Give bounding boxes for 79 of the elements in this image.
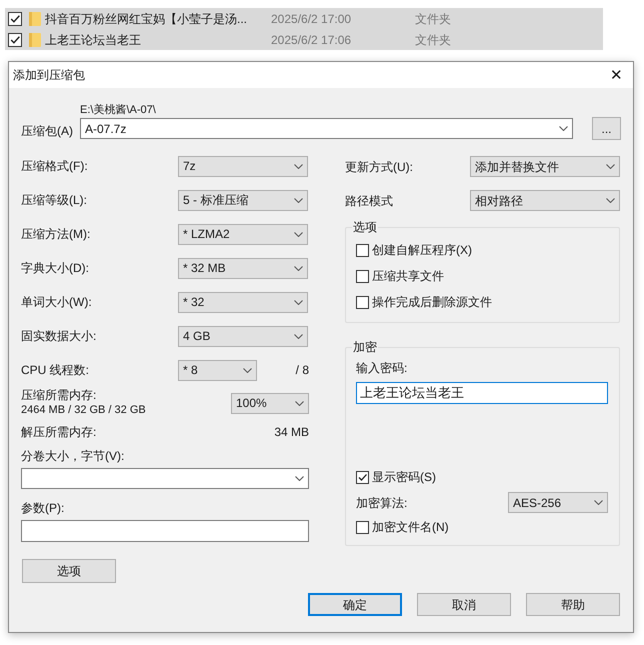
file-row[interactable]: 抖音百万粉丝网红宝妈【小莹子是汤... 2025/6/2 17:00 文件夹 xyxy=(5,8,603,29)
thread-total: / 8 xyxy=(296,362,309,379)
chevron-down-icon xyxy=(295,476,304,481)
close-button[interactable]: ✕ xyxy=(610,68,623,82)
file-type: 文件夹 xyxy=(415,32,451,48)
file-date: 2025/6/2 17:00 xyxy=(271,10,352,28)
dropdown[interactable]: * 32 MB xyxy=(178,258,308,278)
field-label: 解压所需内存: xyxy=(21,424,96,441)
checkbox[interactable] xyxy=(356,270,369,282)
dialog-button[interactable]: 取消 xyxy=(417,593,511,616)
chevron-down-icon xyxy=(606,164,615,169)
chevron-down-icon xyxy=(294,232,303,236)
folder-icon xyxy=(29,10,41,26)
field-label: 压缩格式(F): xyxy=(21,158,89,175)
field-label: 压缩方法(M): xyxy=(21,226,92,243)
checkbox-label: 显示密码(S) xyxy=(372,469,436,486)
checkbox-label: 操作完成后删除源文件 xyxy=(372,294,492,311)
dropdown[interactable]: 7z xyxy=(178,156,308,176)
chevron-down-icon xyxy=(594,500,603,505)
checkbox-label: 压缩共享文件 xyxy=(372,268,444,285)
field-label: 路径模式 xyxy=(345,192,393,210)
checkbox[interactable] xyxy=(356,470,369,484)
checkbox-label: 创建自解压程序(X) xyxy=(372,242,472,259)
dropdown[interactable]: AES-256 xyxy=(508,492,608,513)
field-label: 固实数据大小: xyxy=(21,328,98,345)
params-field[interactable] xyxy=(21,520,309,542)
field-label: 字典大小(D): xyxy=(21,260,90,277)
field-label: 压缩等级(L): xyxy=(21,192,88,209)
archive-path: E:\美桃酱\A-07\ xyxy=(80,103,157,117)
field-label: CPU 线程数: xyxy=(21,362,90,379)
chevron-down-icon xyxy=(243,368,252,372)
password-field[interactable]: 上老王论坛当老王 xyxy=(356,382,608,404)
folder-icon xyxy=(29,32,41,48)
chevron-down-icon xyxy=(294,334,303,338)
file-date: 2025/6/2 17:06 xyxy=(271,32,352,48)
group-title: 选项 xyxy=(352,219,378,235)
group-title: 加密 xyxy=(352,339,378,355)
browse-button[interactable]: ... xyxy=(592,117,621,140)
file-name: 抖音百万粉丝网红宝妈【小莹子是汤... xyxy=(45,10,248,28)
chevron-down-icon xyxy=(294,266,303,270)
checkbox[interactable] xyxy=(356,244,369,256)
dropdown[interactable]: * 32 xyxy=(178,292,308,312)
dropdown[interactable]: 添加并替换文件 xyxy=(470,156,620,177)
chevron-down-icon xyxy=(606,198,615,203)
chevron-down-icon xyxy=(294,300,303,304)
chevron-down-icon xyxy=(294,198,303,202)
options-button[interactable]: 选项 xyxy=(22,559,116,583)
window-title: 添加到压缩包 xyxy=(13,67,85,84)
field-label: 分卷大小，字节(V): xyxy=(21,448,126,464)
checkbox[interactable] xyxy=(8,32,22,46)
memory-value: 34 MB xyxy=(274,424,309,441)
dropdown[interactable]: * LZMA2 xyxy=(178,224,308,244)
dropdown[interactable]: 100% xyxy=(231,392,309,414)
chevron-down-icon xyxy=(295,400,304,406)
checkbox[interactable] xyxy=(8,12,22,26)
field-label: 压缩所需内存: xyxy=(21,388,98,403)
dropdown[interactable]: 相对路径 xyxy=(470,190,620,211)
field-label: 更新方式(U): xyxy=(345,158,413,176)
file-row[interactable]: 上老王论坛当老王 2025/6/2 17:06 文件夹 xyxy=(5,29,603,50)
dialog-button[interactable]: 帮助 xyxy=(526,593,620,616)
field-label: 参数(P): xyxy=(21,500,66,516)
dropdown[interactable]: * 8 xyxy=(178,360,257,380)
file-type: 文件夹 xyxy=(415,10,451,28)
dialog-button[interactable]: 确定 xyxy=(308,593,402,616)
checkbox[interactable] xyxy=(356,296,369,308)
dropdown[interactable] xyxy=(21,468,309,489)
field-label: 单词大小(W): xyxy=(21,294,93,311)
dropdown[interactable]: 4 GB xyxy=(178,326,308,346)
checkbox-label: 加密文件名(N) xyxy=(372,519,449,536)
memory-usage: 2464 MB / 32 GB / 32 GB xyxy=(21,403,146,418)
field-label: 输入密码: xyxy=(356,360,408,376)
dropdown[interactable]: A-07.7z xyxy=(80,118,573,139)
dropdown[interactable]: 5 - 标准压缩 xyxy=(178,190,308,210)
chevron-down-icon xyxy=(294,164,303,168)
field-label: 压缩包(A) xyxy=(21,123,74,140)
field-label: 加密算法: xyxy=(356,494,408,512)
file-name: 上老王论坛当老王 xyxy=(45,32,142,48)
chevron-down-icon xyxy=(559,126,568,131)
checkbox[interactable] xyxy=(356,520,369,534)
